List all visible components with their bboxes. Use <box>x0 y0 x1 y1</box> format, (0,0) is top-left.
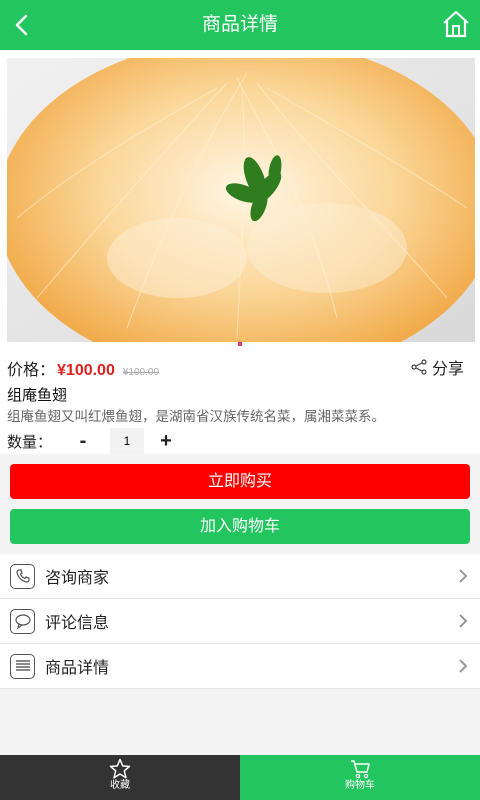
share-button[interactable]: 分享 <box>410 356 464 378</box>
chevron-right-icon <box>459 659 468 673</box>
list-item-label: 评论信息 <box>45 615 110 632</box>
chevron-right-icon <box>459 614 468 628</box>
star-icon <box>109 758 131 779</box>
current-price: ¥100.00 <box>57 362 115 379</box>
product-description: 组庵鱼翅又叫红煨鱼翅，是湖南省汉族传统名菜，属湘菜菜系。 <box>7 409 385 424</box>
quantity-decrement-button[interactable]: - <box>66 428 100 454</box>
list-item-reviews[interactable]: 评论信息 <box>0 599 480 644</box>
list-item-label: 商品详情 <box>45 660 110 677</box>
page-title: 商品详情 <box>201 14 278 35</box>
price-label: 价格： <box>7 362 56 379</box>
list-item-label: 咨询商家 <box>45 570 110 587</box>
buy-now-button[interactable]: 立即购买 <box>10 464 470 499</box>
share-icon <box>411 359 427 375</box>
details-icon <box>10 653 35 679</box>
carousel-indicator <box>238 342 242 346</box>
tab-cart-label: 购物车 <box>345 780 375 791</box>
shark-fin-dish-image <box>7 58 475 342</box>
tab-favorite[interactable]: 收藏 <box>0 755 240 800</box>
original-price: ¥100.00 <box>122 367 160 378</box>
tab-cart[interactable]: 购物车 <box>240 755 480 800</box>
product-image[interactable] <box>7 58 475 342</box>
share-label: 分享 <box>431 361 464 378</box>
chevron-right-icon <box>459 569 468 583</box>
phone-icon <box>10 563 35 589</box>
home-icon[interactable] <box>442 9 470 39</box>
quantity-increment-button[interactable]: + <box>148 428 184 454</box>
list-item-product-details[interactable]: 商品详情 <box>0 644 480 689</box>
add-to-cart-button[interactable]: 加入购物车 <box>10 509 470 544</box>
quantity-label: 数量： <box>7 433 53 451</box>
top-bar: 商品详情 <box>0 0 480 50</box>
price-row: 价格： ¥100.00 ¥100.00 <box>7 356 160 379</box>
quantity-input[interactable] <box>110 428 145 454</box>
tab-favorite-label: 收藏 <box>110 780 130 791</box>
product-name: 组庵鱼翅 <box>7 387 68 404</box>
product-menu-list: 咨询商家 评论信息 商品详情 <box>0 554 480 689</box>
comment-icon <box>10 608 35 634</box>
list-item-contact-seller[interactable]: 咨询商家 <box>0 554 480 599</box>
cart-icon <box>351 760 370 779</box>
quantity-stepper: 数量： - + <box>7 428 184 454</box>
bottom-tab-bar: 收藏 购物车 <box>0 755 480 800</box>
